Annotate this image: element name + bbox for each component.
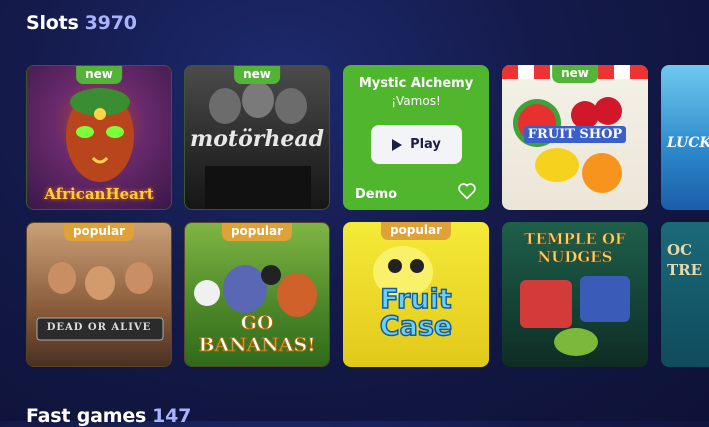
game-art-title: TEMPLE OF NUDGES <box>524 230 626 267</box>
play-button[interactable]: Play <box>371 125 462 164</box>
game-art-title: AfricanHeart <box>44 185 154 203</box>
play-icon <box>392 138 403 151</box>
game-card-dead-or-alive[interactable]: DEAD OR ALIVE popular <box>26 222 172 367</box>
game-card-partial-1[interactable]: LUCK <box>661 65 709 210</box>
game-art-title: FRUIT SHOP <box>523 126 627 143</box>
new-badge: new <box>234 66 280 84</box>
characters-illustration <box>36 262 164 341</box>
popular-badge: popular <box>221 223 293 241</box>
section-title-text: Slots <box>26 12 79 34</box>
game-art-title: GO BANANAS! <box>198 312 316 357</box>
game-thumbnail <box>27 223 171 366</box>
game-art-title: LUCK <box>667 135 709 151</box>
game-card-fruit-shop[interactable]: FRUIT SHOP new <box>502 65 648 210</box>
heart-outline-icon[interactable] <box>457 182 477 200</box>
game-card-partial-2[interactable]: OC TRE <box>661 222 709 367</box>
section-title-fast-games: Fast games 147 <box>26 405 191 427</box>
section-title-text: Fast games <box>26 405 147 427</box>
popular-badge: popular <box>63 223 135 241</box>
game-card-temple-of-nudges[interactable]: TEMPLE OF NUDGES <box>502 222 648 367</box>
play-button-label: Play <box>410 137 441 152</box>
popular-badge: popular <box>380 222 452 240</box>
game-art-title: DEAD OR ALIVE <box>46 322 152 333</box>
game-art-title: Fruit Case <box>379 284 453 342</box>
game-card-african-heart[interactable]: AfricanHeart new <box>26 65 172 210</box>
section-count: 3970 <box>84 12 137 34</box>
game-card-go-bananas[interactable]: GO BANANAS! popular <box>184 222 330 367</box>
game-card-fruit-case[interactable]: Fruit Case popular <box>343 222 489 367</box>
game-card-motorhead[interactable]: motörhead new <box>184 65 330 210</box>
game-provider: ¡Vamos! <box>391 94 441 108</box>
game-title: Mystic Alchemy <box>358 76 474 91</box>
demo-link[interactable]: Demo <box>355 187 397 202</box>
section-count: 147 <box>152 405 192 427</box>
new-badge: new <box>552 65 598 83</box>
game-art-title: OC TRE <box>667 241 703 279</box>
section-title-slots: Slots 3970 <box>26 12 137 34</box>
game-art-title: motörhead <box>189 126 324 152</box>
game-card-mystic-alchemy[interactable]: Mystic Alchemy ¡Vamos! Play Demo <box>343 65 489 210</box>
new-badge: new <box>76 66 122 84</box>
